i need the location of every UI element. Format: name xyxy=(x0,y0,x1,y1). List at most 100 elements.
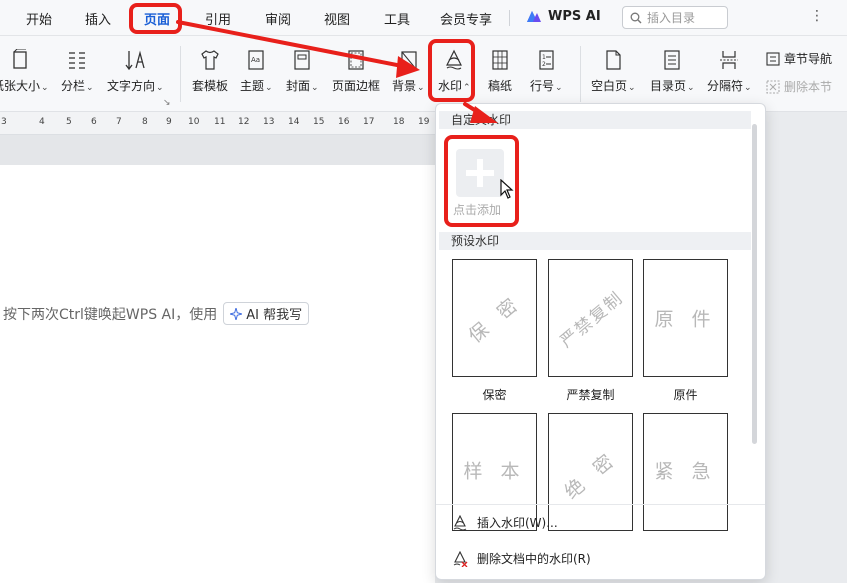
ruler-tick-label: 5 xyxy=(66,117,72,127)
line-number-button[interactable]: 12 行号⌄ xyxy=(530,48,563,94)
tab-insert[interactable]: 插入 xyxy=(85,9,111,28)
sparkle-icon xyxy=(230,307,243,320)
tab-home[interactable]: 开始 xyxy=(26,9,52,28)
ruler-tick-label: 3 xyxy=(1,117,7,127)
ruler-tick-label: 19 xyxy=(418,117,430,127)
paper-size-label: 纸张大小 xyxy=(0,79,41,93)
chevron-down-icon: ⌄ xyxy=(41,83,49,93)
chevron-down-icon: ⌄ xyxy=(417,83,425,93)
search-icon xyxy=(630,12,642,23)
insert-watermark-item[interactable]: 插入水印(W)... xyxy=(452,514,558,531)
page-border-button[interactable]: 页面边框 xyxy=(332,48,380,94)
page-break-icon xyxy=(717,48,741,72)
ruler-tick-label: 11 xyxy=(214,117,226,127)
preset-watermark-original[interactable]: 原 件 xyxy=(643,259,728,377)
preset-watermark-header: 预设水印 xyxy=(439,232,751,250)
preset-watermark-no-copy[interactable]: 严禁复制 xyxy=(548,259,633,377)
horizontal-ruler[interactable]: 3 4 5 6 7 8 9 10 11 12 13 14 15 16 17 18… xyxy=(0,112,435,135)
section-nav-label: 章节导航 xyxy=(784,52,833,66)
chevron-down-icon: ⌄ xyxy=(687,83,695,93)
cover-button[interactable]: 封面⌄ xyxy=(286,48,319,94)
preset-caption: 原件 xyxy=(673,388,698,402)
preset-watermark-urgent[interactable]: 紧 急 xyxy=(643,413,728,531)
watermark-preview-text: 紧 急 xyxy=(654,460,717,483)
ruler-tick-label: 14 xyxy=(288,117,300,127)
section-nav-icon xyxy=(766,51,780,66)
more-options-icon[interactable]: ⋮ xyxy=(810,8,824,24)
tab-member[interactable]: 会员专享 xyxy=(440,9,492,28)
line-number-icon: 12 xyxy=(534,48,558,72)
watermark-preview-text: 保 密 xyxy=(464,290,527,348)
dropdown-divider xyxy=(436,504,765,505)
highlight-page-tab xyxy=(129,3,182,34)
columns-button[interactable]: 分栏⌄ xyxy=(61,48,94,94)
page-border-label: 页面边框 xyxy=(332,79,381,93)
preset-watermark-top-secret[interactable]: 绝 密 xyxy=(548,413,633,531)
ruler-tick-label: 18 xyxy=(393,117,405,127)
chevron-down-icon: ⌄ xyxy=(265,83,273,93)
tab-references[interactable]: 引用 xyxy=(205,9,231,28)
preset-caption: 保密 xyxy=(482,388,507,402)
highlight-add-watermark xyxy=(444,135,519,227)
ruler-tick-label: 7 xyxy=(116,117,122,127)
ribbon-divider xyxy=(180,46,181,102)
manuscript-label: 稿纸 xyxy=(488,79,513,93)
dropdown-scrollbar[interactable] xyxy=(752,124,757,444)
svg-text:1: 1 xyxy=(542,54,546,61)
tab-view[interactable]: 视图 xyxy=(324,9,350,28)
insert-watermark-label: 插入水印(W)... xyxy=(477,516,558,530)
ruler-tick-label: 13 xyxy=(263,117,275,127)
ruler-tick-label: 8 xyxy=(142,117,148,127)
separator-button[interactable]: 分隔符⌄ xyxy=(707,48,752,94)
tab-review[interactable]: 审阅 xyxy=(265,9,291,28)
delete-watermark-item[interactable]: 删除文档中的水印(R) xyxy=(452,550,591,567)
chevron-down-icon: ⌄ xyxy=(86,83,94,93)
cover-label: 封面 xyxy=(286,79,311,93)
menu-divider xyxy=(509,10,510,26)
paper-size-button[interactable]: 纸张大小⌄ xyxy=(0,48,49,94)
ai-write-label: AI 帮我写 xyxy=(246,308,303,323)
ai-hint-text: 按下两次Ctrl键唤起WPS AI，使用 xyxy=(3,306,218,323)
toc-page-label: 目录页 xyxy=(650,79,687,93)
paper-size-icon xyxy=(8,48,32,72)
search-input[interactable]: 插入目录 xyxy=(622,6,728,29)
highlight-watermark-button xyxy=(428,39,475,102)
toc-page-button[interactable]: 目录页⌄ xyxy=(650,48,695,94)
wps-ai-button[interactable]: WPS AI xyxy=(526,9,601,24)
delete-section-button[interactable]: 删除本节 xyxy=(766,78,832,95)
text-direction-icon xyxy=(123,48,147,72)
chevron-down-icon: ⌄ xyxy=(311,83,319,93)
ruler-tick-label: 17 xyxy=(363,117,375,127)
dialog-launcher-icon[interactable]: ↘ xyxy=(163,98,171,108)
watermark-preview-text: 样 本 xyxy=(463,460,526,483)
line-number-label: 行号 xyxy=(530,79,555,93)
ruler-tick-label: 9 xyxy=(166,117,172,127)
cover-page-icon xyxy=(290,48,314,72)
page-border-icon xyxy=(344,48,368,72)
wps-ai-logo-icon xyxy=(527,11,541,22)
shirt-icon xyxy=(198,48,222,72)
background-label: 背景 xyxy=(392,79,417,93)
theme-icon: Aa xyxy=(244,48,268,72)
section-nav-button[interactable]: 章节导航 xyxy=(766,50,832,67)
theme-button[interactable]: Aa 主题⌄ xyxy=(240,48,273,94)
theme-template-button[interactable]: 套模板 xyxy=(192,48,228,94)
background-icon xyxy=(396,48,420,72)
delete-watermark-label: 删除文档中的水印(R) xyxy=(477,552,591,566)
watermark-preview-text: 绝 密 xyxy=(560,446,623,504)
background-button[interactable]: 背景⌄ xyxy=(392,48,425,94)
ruler-tick-label: 10 xyxy=(188,117,200,127)
ribbon-toolbar: 纸张大小⌄ 分栏⌄ 文字方向⌄ ↘ 套模板 Aa 主题⌄ 封面⌄ xyxy=(0,36,847,112)
manuscript-grid-icon xyxy=(488,48,512,72)
watermark-preview-text: 严禁复制 xyxy=(556,287,628,353)
document-page[interactable]: 按下两次Ctrl键唤起WPS AI，使用 AI 帮我写 xyxy=(0,165,435,583)
manuscript-button[interactable]: 稿纸 xyxy=(488,48,512,94)
ruler-tick-label: 6 xyxy=(91,117,97,127)
preset-watermark-secret[interactable]: 保 密 xyxy=(452,259,537,377)
tab-tools[interactable]: 工具 xyxy=(384,9,410,28)
ai-write-button[interactable]: AI 帮我写 xyxy=(223,302,310,325)
text-direction-button[interactable]: 文字方向⌄ xyxy=(107,48,164,94)
ruler-tick-label: 16 xyxy=(338,117,350,127)
delete-watermark-icon xyxy=(453,550,468,567)
blank-page-button[interactable]: 空白页⌄ xyxy=(591,48,636,94)
